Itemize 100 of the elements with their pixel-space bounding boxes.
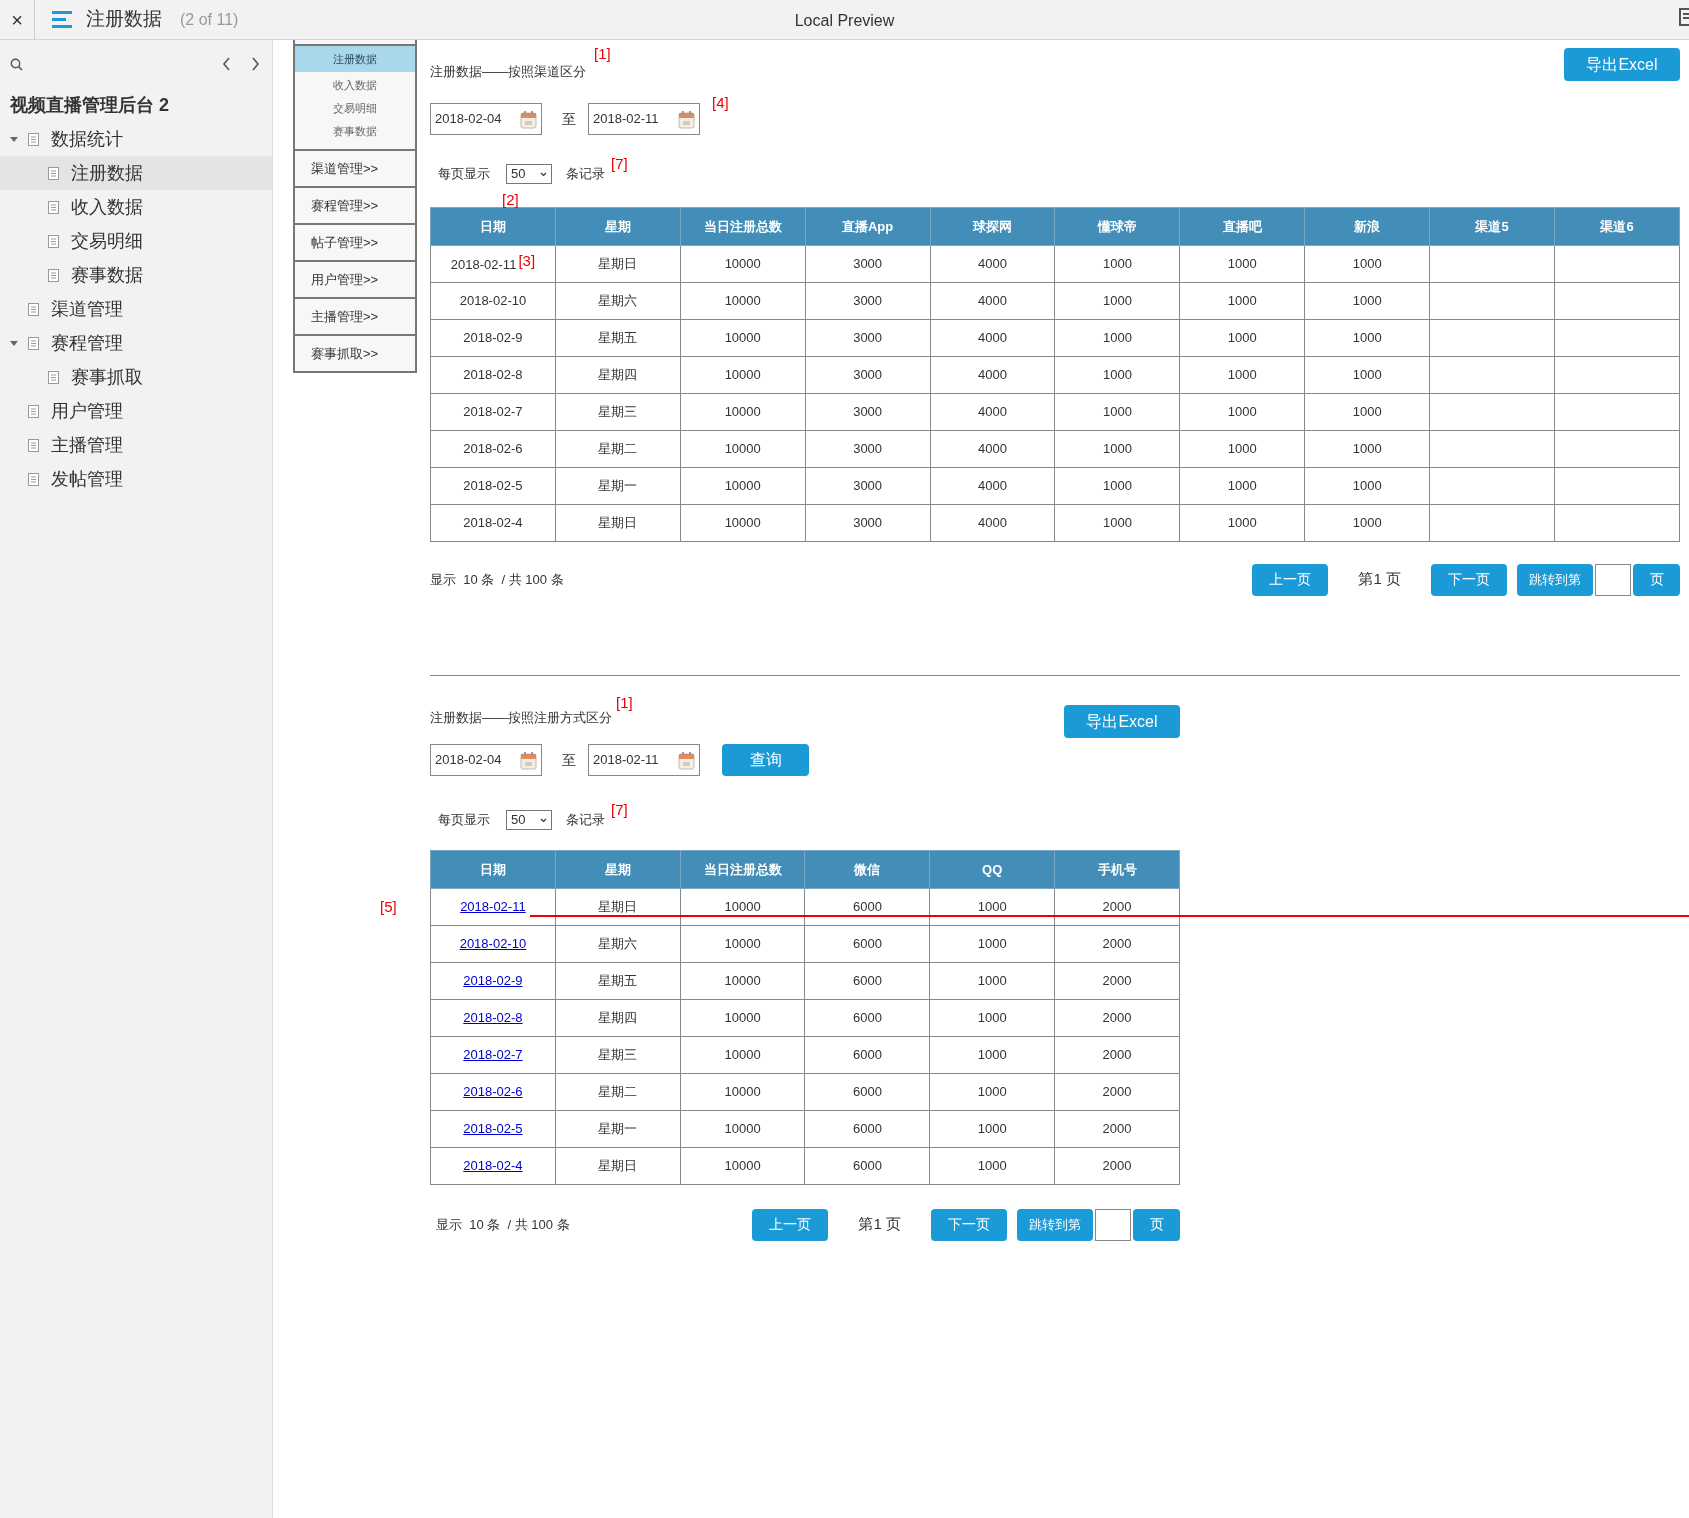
table-cell: 2018-02-8	[463, 367, 523, 383]
tree-item[interactable]: 赛程管理	[0, 326, 272, 360]
tree-item[interactable]: 数据统计	[0, 122, 272, 156]
column-header: 球探网	[930, 207, 1055, 246]
submenu-item[interactable]: 注册数据	[295, 46, 415, 72]
tree-item[interactable]: 收入数据	[0, 190, 272, 224]
table-cell: 4000	[930, 430, 1055, 468]
table-cell: 2018-02-11	[450, 256, 517, 272]
nav-menu-item[interactable]: 赛程管理>>	[293, 188, 417, 225]
date-field[interactable]: 2018-02-11	[588, 744, 700, 776]
table-cell: 3000	[805, 319, 931, 357]
column-header: 日期	[430, 850, 556, 889]
date-field[interactable]: 2018-02-04	[430, 744, 542, 776]
table-cell: 2000	[1054, 1147, 1180, 1185]
table-cell: 星期三	[555, 393, 681, 431]
close-button[interactable]: ×	[0, 0, 35, 40]
table-cell: 2000	[1054, 962, 1180, 1000]
calendar-icon[interactable]	[520, 109, 537, 129]
table-cell: 1000	[929, 1110, 1055, 1148]
annotation-marker: [5]	[380, 897, 397, 917]
record-summary: 显示 10 条 / 共 100 条	[430, 570, 564, 589]
tree-item[interactable]: 交易明细	[0, 224, 272, 258]
page-size-select[interactable]: 50	[506, 164, 552, 184]
tree-item[interactable]: 发帖管理	[0, 462, 272, 496]
table-cell: 10000	[680, 1073, 805, 1111]
calendar-icon[interactable]	[678, 750, 695, 770]
table-cell: 6000	[805, 999, 930, 1037]
nav-menu-item[interactable]: 用户管理>>	[293, 262, 417, 299]
table-cell: 4000	[930, 393, 1055, 431]
expanded-caret-icon[interactable]	[10, 339, 18, 348]
table-cell: 1000	[1179, 504, 1305, 542]
table-cell: 4000	[930, 356, 1055, 394]
table-cell: 1000	[1054, 245, 1180, 283]
tree-item[interactable]: 渠道管理	[0, 292, 272, 326]
column-header: 微信	[805, 850, 930, 889]
tree-item[interactable]: 用户管理	[0, 394, 272, 428]
annotation-marker: [1]	[616, 693, 633, 713]
table-cell: 2018-02-4	[463, 515, 523, 531]
table-cell: 1000	[929, 962, 1055, 1000]
table-cell: 星期二	[555, 430, 681, 468]
table-cell: 1000	[1179, 430, 1305, 468]
column-header: 当日注册总数	[680, 850, 805, 889]
page-icon	[48, 166, 59, 180]
next-page-icon[interactable]	[251, 57, 260, 71]
page-number-field[interactable]	[1095, 1208, 1131, 1241]
table-cell: 10000	[680, 319, 806, 357]
nav-menu-item[interactable]: 帖子管理>>	[293, 225, 417, 262]
nav-menu-item[interactable]: 渠道管理>>	[293, 151, 417, 188]
table-cell: 10000	[680, 356, 806, 394]
tree-item[interactable]: 赛事抓取	[0, 360, 272, 394]
table-cell: 4000	[930, 504, 1055, 542]
notes-icon[interactable]	[1679, 8, 1689, 26]
date-field[interactable]: 2018-02-11	[588, 103, 700, 135]
table-cell: 2000	[1054, 1073, 1180, 1111]
page-icon	[28, 438, 39, 452]
date-field[interactable]: 2018-02-04	[430, 103, 542, 135]
expanded-caret-icon[interactable]	[10, 135, 18, 144]
submenu-item[interactable]: 收入数据	[295, 74, 415, 97]
table-cell: 6000	[805, 1110, 930, 1148]
table-cell: 1000	[929, 1147, 1055, 1185]
column-header: 直播吧	[1179, 207, 1305, 246]
table-cell: 3000	[805, 245, 931, 283]
table-cell: 1000	[1054, 356, 1180, 394]
table-cell: 10000	[680, 504, 806, 542]
table-cell: 1000	[1054, 467, 1180, 505]
column-header: 日期	[430, 207, 556, 246]
page-title: 注册数据	[86, 7, 162, 32]
column-header: 懂球帝	[1054, 207, 1180, 246]
table-cell: 星期五	[555, 319, 681, 357]
page-icon	[28, 132, 39, 146]
page-number-field[interactable]	[1595, 563, 1631, 596]
table-cell: 10000	[680, 1110, 805, 1148]
menu-icon[interactable]	[52, 10, 72, 29]
records-label: 条记录	[566, 811, 605, 830]
search-icon[interactable]	[10, 57, 23, 71]
page-size-select[interactable]: 50	[506, 810, 552, 830]
table-cell: 1000	[1304, 430, 1430, 468]
tree-item[interactable]: 注册数据	[0, 156, 272, 190]
previous-page-icon[interactable]	[222, 57, 231, 71]
table-cell: 2018-02-6	[463, 441, 523, 457]
table-cell: 6000	[805, 1036, 930, 1074]
page-icon	[28, 302, 39, 316]
column-header: 当日注册总数	[680, 207, 806, 246]
table-cell: 2018-02-7	[463, 404, 523, 420]
table-cell: 星期二	[555, 1073, 681, 1111]
submenu-item[interactable]: 交易明细	[295, 97, 415, 120]
table-cell: 4000	[930, 319, 1055, 357]
per-page-label: 每页显示	[438, 165, 490, 184]
calendar-icon[interactable]	[678, 109, 695, 129]
table-cell: 1000	[1179, 245, 1305, 283]
calendar-icon[interactable]	[520, 750, 537, 770]
table-cell: 1000	[1179, 356, 1305, 394]
table-cell: 1000	[929, 999, 1055, 1037]
date-separator: 至	[562, 109, 576, 129]
table-cell: 6000	[805, 925, 930, 963]
nav-menu-item[interactable]: 主播管理>>	[293, 299, 417, 336]
submenu-item[interactable]: 赛事数据	[295, 120, 415, 143]
tree-item[interactable]: 主播管理	[0, 428, 272, 462]
tree-item[interactable]: 赛事数据	[0, 258, 272, 292]
nav-menu-item[interactable]: 赛事抓取>>	[293, 336, 417, 373]
